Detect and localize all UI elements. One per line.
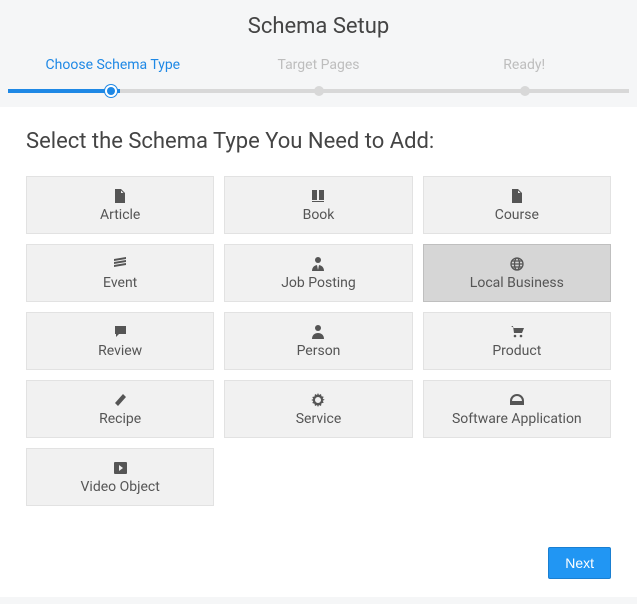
globe-icon bbox=[510, 256, 524, 272]
schema-option-recipe[interactable]: Recipe bbox=[26, 380, 214, 438]
schema-option-product[interactable]: Product bbox=[423, 312, 611, 370]
stepper: Choose Schema Type Target Pages Ready! bbox=[0, 57, 637, 101]
schema-option-label: Article bbox=[100, 207, 140, 223]
schema-grid: Article Book Course Event bbox=[26, 176, 611, 506]
schema-option-course[interactable]: Course bbox=[423, 176, 611, 234]
wizard-title: Schema Setup bbox=[0, 0, 637, 57]
gauge-icon bbox=[510, 392, 524, 408]
schema-option-local-business[interactable]: Local Business bbox=[423, 244, 611, 302]
book-icon bbox=[311, 188, 325, 204]
schema-option-label: Recipe bbox=[99, 411, 141, 427]
cart-icon bbox=[510, 324, 524, 340]
comment-icon bbox=[114, 324, 127, 340]
schema-option-label: Product bbox=[492, 343, 541, 359]
step-progress bbox=[8, 89, 120, 93]
step-dot-2 bbox=[314, 86, 324, 96]
step-ready: Ready! bbox=[421, 57, 627, 87]
file-icon bbox=[114, 188, 126, 204]
schema-option-label: Job Posting bbox=[281, 275, 356, 291]
schema-option-service[interactable]: Service bbox=[224, 380, 412, 438]
schema-option-label: Service bbox=[296, 411, 342, 427]
schema-option-label: Person bbox=[297, 343, 341, 359]
step-dot-3 bbox=[520, 86, 530, 96]
file-icon bbox=[511, 188, 523, 204]
user-icon bbox=[312, 324, 324, 340]
play-icon bbox=[114, 460, 127, 476]
panel-heading: Select the Schema Type You Need to Add: bbox=[26, 129, 611, 154]
schema-option-review[interactable]: Review bbox=[26, 312, 214, 370]
calendar-icon bbox=[113, 256, 127, 272]
schema-option-label: Video Object bbox=[81, 479, 160, 495]
schema-option-book[interactable]: Book bbox=[224, 176, 412, 234]
user-tie-icon bbox=[312, 256, 324, 272]
schema-option-article[interactable]: Article bbox=[26, 176, 214, 234]
schema-panel: Select the Schema Type You Need to Add: … bbox=[0, 107, 637, 597]
next-button[interactable]: Next bbox=[548, 547, 611, 579]
schema-option-label: Course bbox=[495, 207, 539, 223]
step-track bbox=[8, 89, 629, 93]
schema-option-label: Local Business bbox=[470, 275, 564, 291]
schema-option-person[interactable]: Person bbox=[224, 312, 412, 370]
schema-option-video-object[interactable]: Video Object bbox=[26, 448, 214, 506]
schema-option-label: Software Application bbox=[452, 411, 582, 427]
step-dot-1 bbox=[107, 87, 115, 95]
schema-setup-wizard: Schema Setup Choose Schema Type Target P… bbox=[0, 0, 637, 597]
schema-option-label: Event bbox=[103, 275, 137, 291]
gear-icon bbox=[311, 392, 325, 408]
schema-option-software-application[interactable]: Software Application bbox=[423, 380, 611, 438]
wizard-footer: Next bbox=[548, 547, 611, 579]
carrot-icon bbox=[114, 392, 127, 408]
schema-option-job-posting[interactable]: Job Posting bbox=[224, 244, 412, 302]
schema-option-label: Book bbox=[303, 207, 335, 223]
schema-option-label: Review bbox=[98, 343, 142, 359]
step-choose-schema[interactable]: Choose Schema Type bbox=[10, 57, 216, 87]
schema-option-event[interactable]: Event bbox=[26, 244, 214, 302]
step-target-pages: Target Pages bbox=[216, 57, 422, 87]
